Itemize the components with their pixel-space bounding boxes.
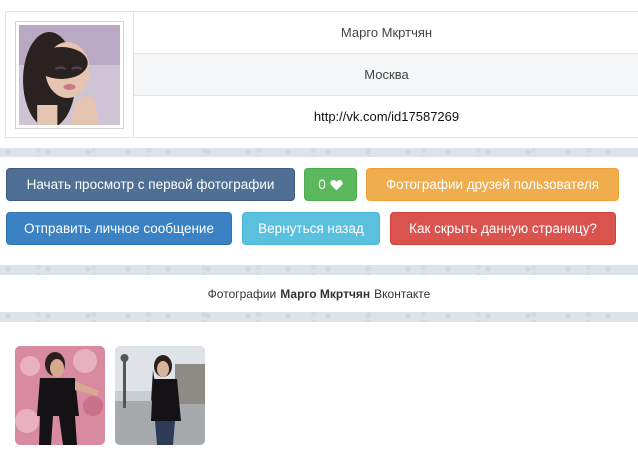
profile-link[interactable]: http://vk.com/id17587269 (134, 96, 638, 137)
avatar-image (19, 25, 120, 125)
profile-card: Марго Мкртчян Москва http://vk.com/id175… (5, 11, 638, 138)
profile-name: Марго Мкртчян (134, 12, 638, 54)
like-button[interactable]: 0 (304, 168, 357, 201)
avatar[interactable] (15, 21, 124, 129)
pattern-divider (0, 265, 638, 275)
photo-image (15, 346, 105, 445)
caption-name: Марго Мкртчян (280, 286, 371, 301)
photo-thumbnail[interactable] (15, 346, 105, 445)
profile-city: Москва (134, 54, 638, 96)
caption-prefix: Фотографии (207, 286, 277, 301)
photo-thumbnail[interactable] (115, 346, 205, 445)
likes-count: 0 (318, 177, 326, 192)
photos-caption: Фотографии Марго Мкртчян Вконтакте (0, 275, 638, 312)
pattern-divider (0, 148, 638, 157)
go-back-button[interactable]: Вернуться назад (242, 212, 380, 245)
caption-suffix: Вконтакте (374, 286, 431, 301)
heart-icon (330, 179, 343, 190)
friends-photos-button[interactable]: Фотографии друзей пользователя (366, 168, 619, 201)
send-message-button[interactable]: Отправить личное сообщение (6, 212, 232, 245)
avatar-cell (6, 12, 134, 137)
pattern-divider (0, 312, 638, 322)
photo-image (115, 346, 205, 445)
start-view-button[interactable]: Начать просмотр с первой фотографии (6, 168, 295, 201)
hide-page-button[interactable]: Как скрыть данную страницу? (390, 212, 616, 245)
